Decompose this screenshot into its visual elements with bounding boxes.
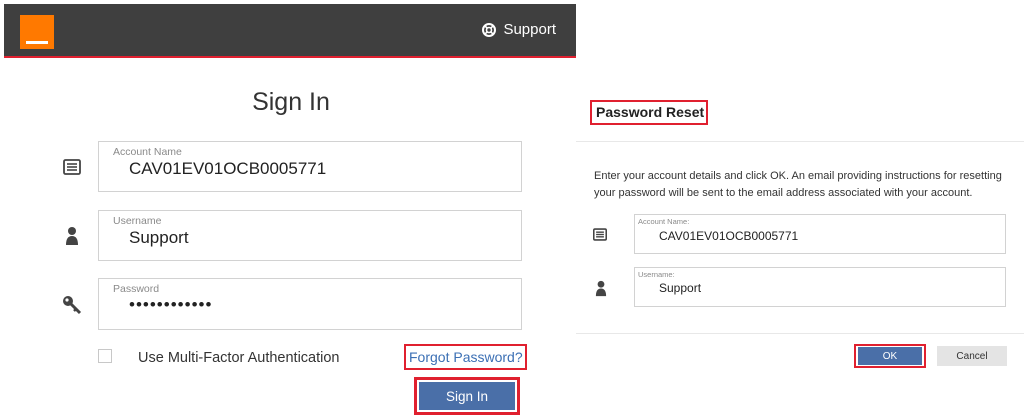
account-name-value: CAV01EV01OCB0005771 (129, 159, 327, 178)
username-label: Username (113, 215, 162, 227)
mfa-checkbox[interactable] (98, 349, 112, 363)
header-accent-line (4, 56, 576, 58)
dialog-divider (576, 141, 1024, 142)
sign-in-page: Support Sign In Account Name CAV01EV01OC… (0, 0, 576, 417)
account-name-label: Account Name (113, 146, 182, 158)
ok-button[interactable]: OK (858, 347, 922, 365)
dialog-title: Password Reset (596, 104, 705, 120)
key-icon (61, 294, 83, 316)
reset-username-field[interactable]: Username: Support (634, 267, 1006, 307)
id-card-icon (61, 156, 83, 178)
logo-bar (26, 41, 48, 44)
reset-account-name-value: CAV01EV01OCB0005771 (659, 229, 799, 243)
reset-username-label: Username: (638, 270, 675, 279)
dialog-footer-divider (576, 333, 1024, 334)
reset-username-value: Support (659, 281, 702, 295)
username-field[interactable]: Username Support (98, 210, 522, 261)
support-link[interactable]: Support (482, 21, 556, 38)
cancel-button[interactable]: Cancel (937, 346, 1007, 366)
reset-account-name-label: Account Name: (638, 217, 690, 226)
dialog-description: Enter your account details and click OK.… (594, 170, 1002, 199)
mfa-label: Use Multi-Factor Authentication (138, 350, 340, 366)
page-title: Sign In (252, 88, 330, 116)
forgot-password-link[interactable]: Forgot Password? (409, 349, 523, 365)
password-field[interactable]: Password •••••••••••• (98, 278, 522, 330)
username-value: Support (129, 228, 189, 247)
password-masked-value: •••••••••••• (129, 295, 213, 314)
id-card-icon (592, 226, 608, 242)
brand-logo[interactable] (20, 15, 54, 49)
top-navigation-bar: Support (4, 4, 576, 56)
support-label: Support (503, 21, 556, 38)
reset-account-name-field[interactable]: Account Name: CAV01EV01OCB0005771 (634, 214, 1006, 254)
lifebuoy-icon (482, 22, 497, 37)
sign-in-button[interactable]: Sign In (419, 382, 515, 410)
account-name-field[interactable]: Account Name CAV01EV01OCB0005771 (98, 141, 522, 192)
user-icon (593, 278, 609, 298)
password-label: Password (113, 283, 160, 295)
user-icon (61, 225, 83, 247)
